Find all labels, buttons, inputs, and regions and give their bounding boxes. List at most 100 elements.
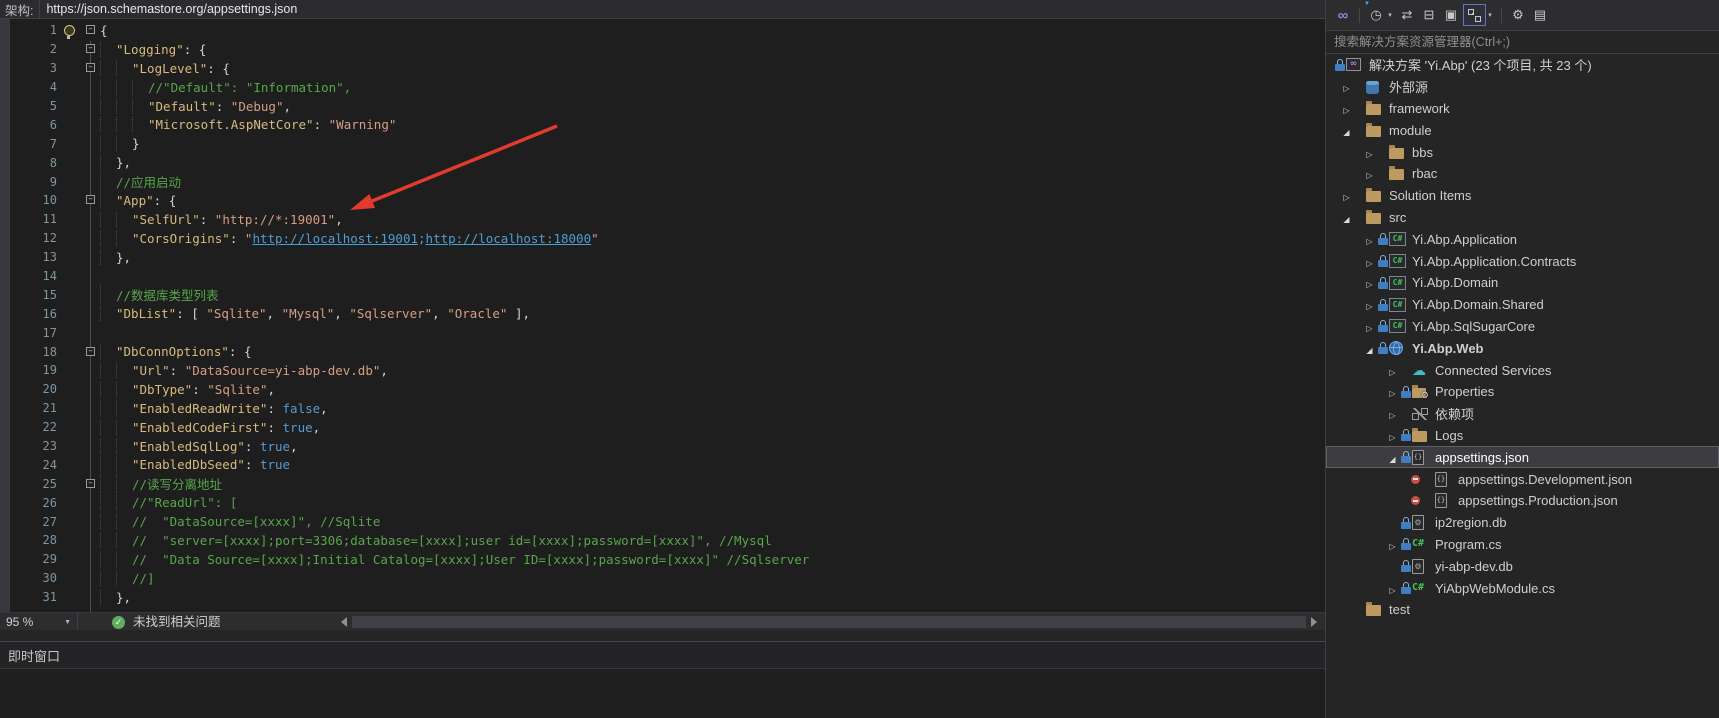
tree-item-yi-abp-web[interactable]: ◢Yi.Abp.Web	[1326, 337, 1719, 359]
tree-item-logs[interactable]: ▷Logs	[1326, 425, 1719, 447]
fold-toggle-icon[interactable]: −	[86, 25, 95, 34]
chevron-collapsed-icon[interactable]: ▷	[1340, 101, 1353, 116]
hscrollbar-left-icon[interactable]	[341, 617, 347, 627]
tree-item-bbs[interactable]: ▷bbs	[1326, 141, 1719, 163]
code-line[interactable]: 15//数据库类型列表	[0, 285, 1325, 304]
tree-item-appsettings-json[interactable]: ◢{}appsettings.json	[1326, 446, 1719, 468]
tree-item-dependencies[interactable]: ▷依赖项	[1326, 403, 1719, 425]
code-line[interactable]: 6"Microsoft.AspNetCore": "Warning"	[0, 115, 1325, 134]
tree-item-ip2region-db[interactable]: ⚙ip2region.db	[1326, 512, 1719, 534]
zoom-combo[interactable]: 95 % ▼	[0, 613, 78, 631]
chevron-expanded-icon[interactable]: ◢	[1363, 341, 1376, 356]
chevron-collapsed-icon[interactable]: ▷	[1386, 384, 1399, 399]
tree-item-yiabpwebmodule-cs[interactable]: ▷C#YiAbpWebModule.cs	[1326, 577, 1719, 599]
code-line[interactable]: 22"EnabledCodeFirst": true,	[0, 418, 1325, 437]
tree-item-properties[interactable]: ▷Properties	[1326, 381, 1719, 403]
tree-item-solution-root[interactable]: ∞解决方案 'Yi.Abp' (23 个项目, 共 23 个)	[1326, 54, 1719, 76]
wrench-icon[interactable]: ⚙	[1508, 4, 1528, 26]
chevron-collapsed-icon[interactable]: ▷	[1386, 428, 1399, 443]
preview-selected-items-icon[interactable]: ▤	[1530, 4, 1550, 26]
chevron-collapsed-icon[interactable]: ▷	[1363, 166, 1376, 181]
code-line[interactable]: 28// "server=[xxxx];port=3306;database=[…	[0, 531, 1325, 550]
tree-item-yi-abp-application[interactable]: ▷C#Yi.Abp.Application	[1326, 228, 1719, 250]
code-line[interactable]: 25−//读写分离地址	[0, 474, 1325, 493]
chevron-expanded-icon[interactable]: ◢	[1340, 123, 1353, 138]
hscrollbar-right-icon[interactable]	[1311, 617, 1317, 627]
code-line[interactable]: 20"DbType": "Sqlite",	[0, 380, 1325, 399]
chevron-collapsed-icon[interactable]: ▷	[1386, 537, 1399, 552]
lightbulb-icon[interactable]	[64, 25, 75, 36]
tree-item-external-sources[interactable]: ▷外部源	[1326, 76, 1719, 98]
code-line[interactable]: 12"CorsOrigins": "http://localhost:19001…	[0, 229, 1325, 248]
hscrollbar-thumb[interactable]	[352, 616, 1306, 628]
code-line[interactable]: 26//"ReadUrl": [	[0, 493, 1325, 512]
properties-pages-icon[interactable]: ▣	[1441, 4, 1461, 26]
code-line[interactable]: 14	[0, 267, 1325, 286]
code-line[interactable]: 7}	[0, 134, 1325, 153]
code-line[interactable]: 11"SelfUrl": "http://*:19001",	[0, 210, 1325, 229]
tree-item-solution-items[interactable]: ▷Solution Items	[1326, 185, 1719, 207]
pending-changes-filter-caret-icon[interactable]: ▾	[1385, 4, 1395, 26]
tree-item-test[interactable]: test	[1326, 599, 1719, 621]
chevron-expanded-icon[interactable]: ◢	[1340, 210, 1353, 225]
tree-item-framework[interactable]: ▷framework	[1326, 98, 1719, 120]
tree-item-src[interactable]: ◢src	[1326, 207, 1719, 229]
chevron-collapsed-icon[interactable]: ▷	[1363, 319, 1376, 334]
code-line[interactable]: 2−"Logging": {	[0, 40, 1325, 59]
fold-toggle-icon[interactable]: −	[86, 63, 95, 72]
code-line[interactable]: 23"EnabledSqlLog": true,	[0, 437, 1325, 456]
code-line[interactable]: 9//应用启动	[0, 172, 1325, 191]
tree-item-yi-abp-sqlsugarcore[interactable]: ▷C#Yi.Abp.SqlSugarCore	[1326, 316, 1719, 338]
chevron-collapsed-icon[interactable]: ▷	[1363, 254, 1376, 269]
immediate-window-content[interactable]	[0, 669, 1325, 718]
collapse-all-icon[interactable]: ⊟	[1419, 4, 1439, 26]
show-all-files-icon[interactable]	[1463, 4, 1486, 26]
chevron-expanded-icon[interactable]: ◢	[1386, 450, 1399, 465]
code-line[interactable]: 17	[0, 323, 1325, 342]
code-line[interactable]: 24"EnabledDbSeed": true	[0, 455, 1325, 474]
sync-with-active-document-icon[interactable]: ⇄	[1397, 4, 1417, 26]
tree-item-connected-services[interactable]: ▷☁Connected Services	[1326, 359, 1719, 381]
switch-views-icon[interactable]: ∞	[1333, 4, 1353, 26]
fold-toggle-icon[interactable]: −	[86, 44, 95, 53]
show-all-files-caret-icon[interactable]: ▾	[1485, 4, 1495, 26]
tree-item-yi-abp-dev-db[interactable]: ⚙yi-abp-dev.db	[1326, 555, 1719, 577]
fold-toggle-icon[interactable]: −	[86, 195, 95, 204]
code-line[interactable]: 31},	[0, 588, 1325, 607]
code-line[interactable]: 19"Url": "DataSource=yi-abp-dev.db",	[0, 361, 1325, 380]
code-line[interactable]: 18−"DbConnOptions": {	[0, 342, 1325, 361]
chevron-collapsed-icon[interactable]: ▷	[1363, 232, 1376, 247]
code-line[interactable]: 10−"App": {	[0, 191, 1325, 210]
pending-changes-filter-icon[interactable]: ◷	[1366, 4, 1386, 26]
tree-item-module[interactable]: ◢module	[1326, 119, 1719, 141]
code-line[interactable]: 5"Default": "Debug",	[0, 97, 1325, 116]
tree-item-rbac[interactable]: ▷rbac	[1326, 163, 1719, 185]
code-line[interactable]: 27// "DataSource=[xxxx]", //Sqlite	[0, 512, 1325, 531]
code-line[interactable]: 13},	[0, 248, 1325, 267]
code-line[interactable]: 21"EnabledReadWrite": false,	[0, 399, 1325, 418]
search-input[interactable]	[1326, 31, 1719, 53]
tree-item-yi-abp-domain-shared[interactable]: ▷C#Yi.Abp.Domain.Shared	[1326, 294, 1719, 316]
code-line[interactable]: 29// "Data Source=[xxxx];Initial Catalog…	[0, 550, 1325, 569]
tree-item-appsettings-production-json[interactable]: {}appsettings.Production.json	[1326, 490, 1719, 512]
tree-item-appsettings-development-json[interactable]: {}appsettings.Development.json	[1326, 468, 1719, 490]
fold-toggle-icon[interactable]: −	[86, 479, 95, 488]
schema-url-combo[interactable]: https://json.schemastore.org/appsettings…	[39, 1, 1325, 18]
chevron-collapsed-icon[interactable]: ▷	[1340, 188, 1353, 203]
code-line[interactable]: 1−{	[0, 21, 1325, 40]
code-line[interactable]: 16"DbList": [ "Sqlite", "Mysql", "Sqlser…	[0, 304, 1325, 323]
tree-item-yi-abp-domain[interactable]: ▷C#Yi.Abp.Domain	[1326, 272, 1719, 294]
code-area[interactable]: 1−{2−"Logging": {3−"LogLevel": {4//"Defa…	[0, 19, 1325, 612]
code-line[interactable]: 8},	[0, 153, 1325, 172]
chevron-collapsed-icon[interactable]: ▷	[1363, 275, 1376, 290]
tree-item-yi-abp-application-contracts[interactable]: ▷C#Yi.Abp.Application.Contracts	[1326, 250, 1719, 272]
chevron-collapsed-icon[interactable]: ▷	[1363, 297, 1376, 312]
code-line[interactable]: 3−"LogLevel": {	[0, 59, 1325, 78]
chevron-collapsed-icon[interactable]: ▷	[1386, 581, 1399, 596]
chevron-collapsed-icon[interactable]: ▷	[1363, 145, 1376, 160]
chevron-collapsed-icon[interactable]: ▷	[1386, 406, 1399, 421]
chevron-collapsed-icon[interactable]: ▷	[1386, 363, 1399, 378]
chevron-collapsed-icon[interactable]: ▷	[1340, 79, 1353, 94]
tree-item-program-cs[interactable]: ▷C#Program.cs	[1326, 534, 1719, 556]
code-line[interactable]: 30//]	[0, 569, 1325, 588]
